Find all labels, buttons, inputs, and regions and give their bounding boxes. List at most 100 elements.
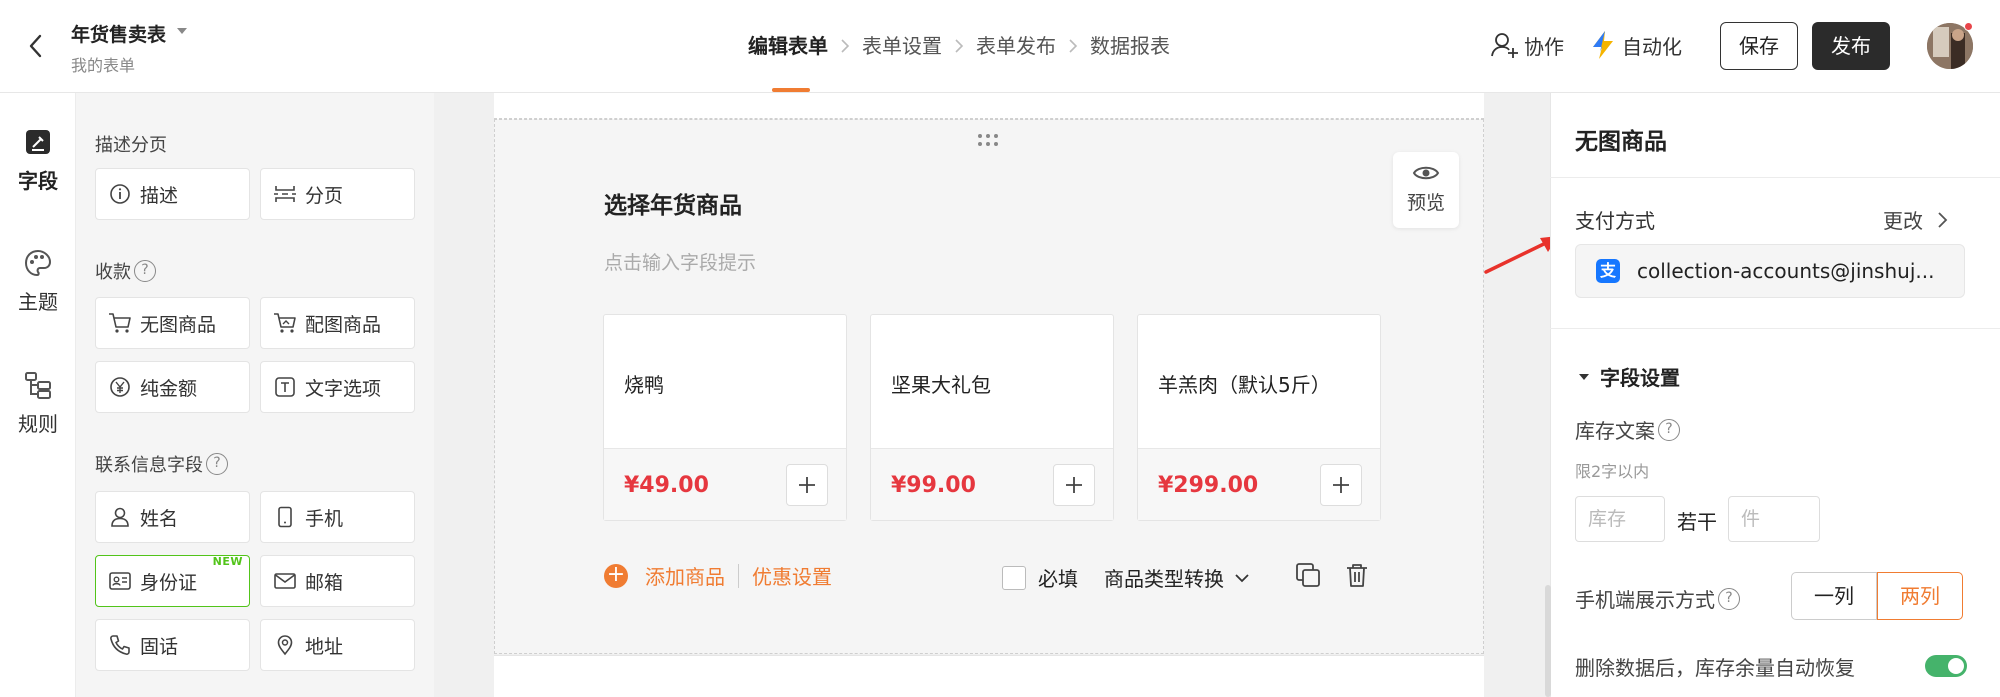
stock-input[interactable]: 库存 <box>1575 496 1665 542</box>
drag-handle-icon[interactable] <box>976 132 1000 148</box>
field-hint[interactable]: 点击输入字段提示 <box>604 248 756 275</box>
component-label: 无图商品 <box>140 313 217 336</box>
component-image-product[interactable]: 配图商品 <box>260 297 415 349</box>
component-label: 邮箱 <box>305 571 344 594</box>
component-description[interactable]: 描述 <box>95 168 250 220</box>
help-icon[interactable]: ? <box>206 453 228 475</box>
product-type-switch-dropdown[interactable]: 商品类型转换 <box>1104 563 1250 592</box>
component-label: 描述 <box>140 184 179 207</box>
payment-method-label: 支付方式 <box>1575 209 1655 233</box>
field-title[interactable]: 选择年货商品 <box>604 186 742 220</box>
chevron-left-icon <box>29 34 42 58</box>
type-switch-label: 商品类型转换 <box>1104 567 1224 591</box>
eye-icon <box>1412 166 1440 180</box>
auto-restore-label: 删除数据后，库存余量自动恢复 <box>1575 656 1855 680</box>
step-form-publish[interactable]: 表单发布 <box>976 0 1056 92</box>
component-name[interactable]: 姓名 <box>95 491 250 543</box>
field-actions: + 添加商品 优惠设置 <box>604 561 832 590</box>
component-page-break[interactable]: 分页 <box>260 168 415 220</box>
add-to-cart-button[interactable] <box>1053 464 1095 506</box>
change-payment-label: 更改 <box>1883 209 1923 233</box>
one-column-option[interactable]: 一列 <box>1791 572 1877 620</box>
help-icon[interactable]: ? <box>1658 418 1680 441</box>
publish-button[interactable]: 发布 <box>1812 22 1890 70</box>
required-checkbox[interactable]: 必填 <box>1002 563 1078 592</box>
component-email[interactable]: 邮箱 <box>260 555 415 607</box>
add-product-button[interactable]: + 添加商品 <box>604 561 725 590</box>
add-to-cart-button[interactable] <box>786 464 828 506</box>
component-label: 手机 <box>305 507 344 530</box>
canvas-scrollbar[interactable] <box>1545 585 1551 697</box>
product-name: 烧鸭 <box>624 373 664 397</box>
help-icon[interactable]: ? <box>134 260 156 282</box>
component-address[interactable]: 地址 <box>260 619 415 671</box>
step-edit-form[interactable]: 编辑表单 <box>748 0 828 92</box>
next-field-card[interactable] <box>494 655 1484 697</box>
product-card[interactable]: 羊羔肉（默认5斤） ¥299.00 <box>1137 314 1381 521</box>
rail-item-fields[interactable]: 字段 <box>0 127 76 194</box>
step-form-settings[interactable]: 表单设置 <box>862 0 942 92</box>
chevron-right-icon <box>942 39 976 53</box>
alipay-icon: 支 <box>1596 259 1620 283</box>
component-id-card[interactable]: 身份证 NEW <box>95 555 250 607</box>
stock-hint: 限2字以内 <box>1575 462 1650 481</box>
group-title-contact: 联系信息字段 ? <box>95 451 228 477</box>
product-card[interactable]: 烧鸭 ¥49.00 <box>603 314 847 521</box>
component-amount[interactable]: 纯金额 <box>95 361 250 413</box>
yen-icon <box>108 375 132 399</box>
previous-field-card[interactable] <box>494 93 1484 119</box>
component-landline[interactable]: 固话 <box>95 619 250 671</box>
checkbox-box[interactable] <box>1002 565 1026 590</box>
preview-label: 预览 <box>1406 192 1445 214</box>
field-settings-section[interactable]: 字段设置 <box>1578 362 1680 391</box>
collaborate-button[interactable]: 协作 <box>1490 30 1564 60</box>
save-button[interactable]: 保存 <box>1720 22 1798 70</box>
back-button[interactable] <box>22 30 50 62</box>
form-title[interactable]: 年货售卖表 <box>71 20 166 47</box>
rail-item-rules[interactable]: 规则 <box>0 370 76 437</box>
required-label: 必填 <box>1038 567 1078 591</box>
rail-item-theme[interactable]: 主题 <box>0 248 76 315</box>
payment-account-field[interactable]: 支 collection-accounts@jinshuj... <box>1575 244 1965 298</box>
mobile-label-text: 手机端展示方式 <box>1575 588 1715 612</box>
product-price: ¥49.00 <box>624 473 709 498</box>
mail-icon <box>273 569 297 593</box>
component-text-option[interactable]: 文字选项 <box>260 361 415 413</box>
app-root: 年货售卖表 我的表单 编辑表单 表单设置 表单发布 数据报表 协作 自动化 保存… <box>0 0 2000 697</box>
mobile-display-label: 手机端展示方式 ? <box>1575 584 1740 613</box>
step-data-report[interactable]: 数据报表 <box>1090 0 1170 92</box>
add-to-cart-button[interactable] <box>1320 464 1362 506</box>
palette-icon <box>24 249 52 277</box>
rail-item-label: 主题 <box>18 290 58 314</box>
component-no-image-product[interactable]: 无图商品 <box>95 297 250 349</box>
discount-settings-link[interactable]: 优惠设置 <box>752 561 832 590</box>
two-column-option[interactable]: 两列 <box>1877 572 1963 620</box>
caret-down-icon <box>1579 373 1589 380</box>
add-product-label: 添加商品 <box>645 565 725 589</box>
component-mobile[interactable]: 手机 <box>260 491 415 543</box>
divider <box>1550 328 2000 329</box>
copy-icon[interactable] <box>1294 561 1322 589</box>
settings-title: 无图商品 <box>1575 129 1667 155</box>
collaborate-label: 协作 <box>1524 34 1564 59</box>
chevron-right-icon <box>1056 39 1090 53</box>
auto-restore-toggle[interactable] <box>1925 655 1967 677</box>
rules-icon <box>25 372 51 399</box>
change-payment-link[interactable]: 更改 <box>1883 205 1949 234</box>
plus-icon <box>1066 477 1082 493</box>
caret-down-icon[interactable] <box>176 27 188 35</box>
component-label: 地址 <box>305 635 344 658</box>
product-card[interactable]: 坚果大礼包 ¥99.00 <box>870 314 1114 521</box>
trash-icon[interactable] <box>1343 561 1371 589</box>
group-title-payment: 收款 ? <box>95 258 156 284</box>
preview-button[interactable]: 预览 <box>1393 152 1459 228</box>
stock-text-label: 库存文案 ? <box>1575 415 1680 444</box>
left-rail: 字段 主题 规则 <box>0 93 76 697</box>
unit-input[interactable]: 件 <box>1728 496 1820 542</box>
page-break-icon <box>273 182 297 206</box>
text-option-icon <box>273 375 297 399</box>
telephone-icon <box>108 633 132 657</box>
add-user-icon <box>1491 33 1518 58</box>
help-icon[interactable]: ? <box>1718 587 1740 610</box>
automation-button[interactable]: 自动化 <box>1590 30 1682 60</box>
